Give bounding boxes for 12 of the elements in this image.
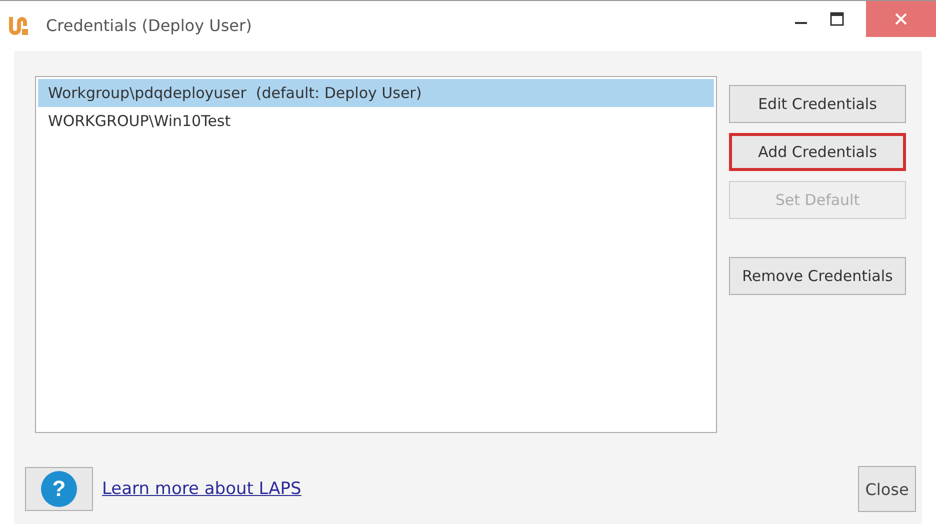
close-icon	[894, 12, 908, 26]
close-dialog-button[interactable]: Close	[858, 466, 916, 512]
window-title: Credentials (Deploy User)	[46, 16, 252, 34]
action-button[interactable]: Add Credentials	[729, 133, 906, 171]
action-button[interactable]: Remove Credentials	[729, 257, 906, 295]
credential-item[interactable]: WORKGROUP\Win10Test	[38, 107, 714, 135]
laps-link[interactable]: Learn more about LAPS	[102, 479, 302, 499]
action-button[interactable]: Edit Credentials	[729, 85, 906, 123]
help-button[interactable]: ?	[25, 467, 93, 511]
maximize-icon[interactable]	[830, 12, 844, 26]
credential-item[interactable]: Workgroup\pdqdeployuser (default: Deploy User)	[38, 79, 714, 107]
app-logo-icon	[8, 14, 30, 36]
